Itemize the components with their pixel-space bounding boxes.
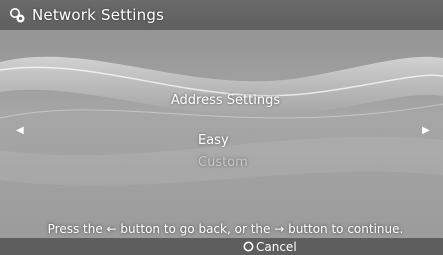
left-arrow-icon[interactable]: ◀ [16, 126, 26, 136]
right-arrow-icon[interactable]: ▶ [422, 126, 432, 136]
navigation-hint: Press the ← button to go back, or the → … [47, 222, 404, 236]
page-title: Network Settings [32, 6, 165, 24]
cancel-button[interactable]: Cancel [243, 238, 297, 255]
circle-button-icon [243, 241, 254, 252]
wave-background [0, 0, 443, 255]
option-custom[interactable]: Custom [198, 155, 248, 170]
network-globe-icon [10, 8, 25, 23]
footer-bar [0, 238, 443, 255]
option-easy[interactable]: Easy [198, 133, 229, 148]
network-settings-screen: Network Settings ◀ ▶ Address Settings Ea… [0, 0, 443, 255]
header-bar: Network Settings [0, 0, 443, 30]
cancel-label: Cancel [256, 239, 297, 254]
section-title: Address Settings [170, 93, 281, 108]
